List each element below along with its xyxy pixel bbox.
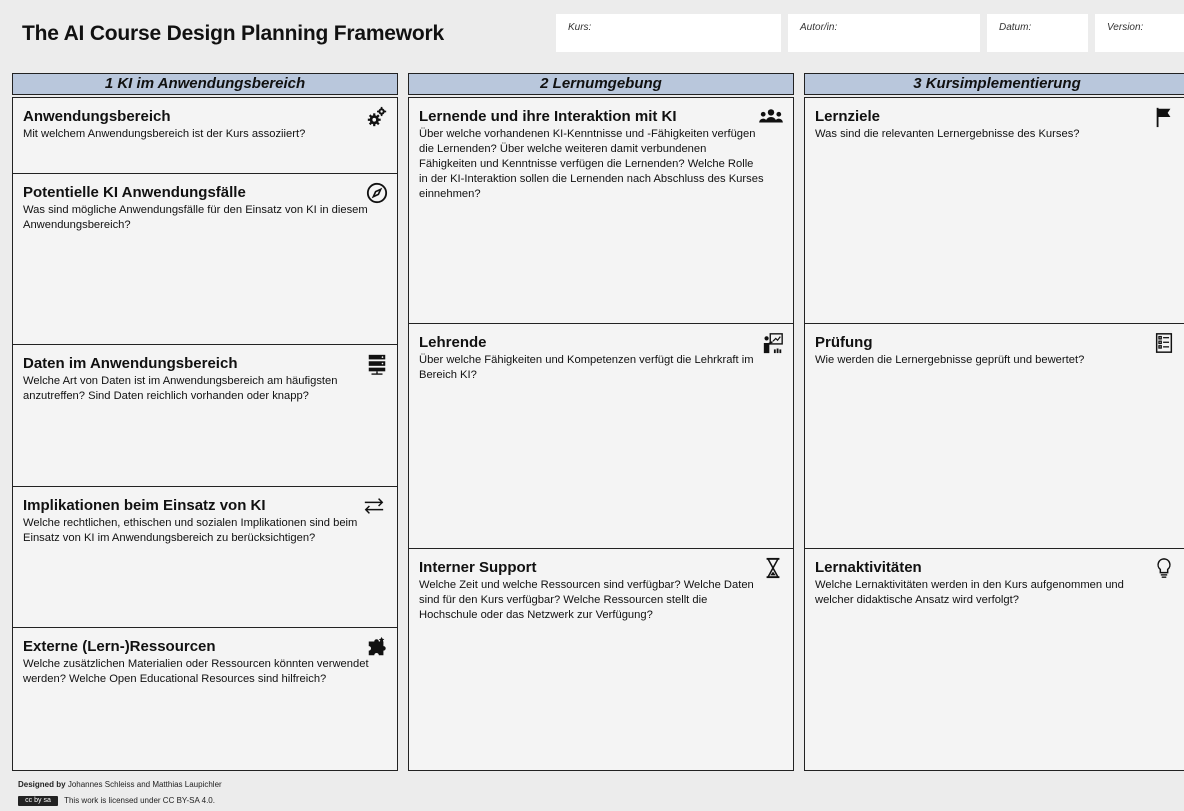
column-kursimplementierung: Lernziele Was sind die relevanten Lerner…	[804, 97, 1184, 771]
checklist-icon	[1155, 333, 1173, 353]
autor-label: Autor/in:	[800, 22, 838, 33]
cell-question: Welche Lernaktivitäten werden in den Kur…	[815, 579, 1124, 606]
cell-title: Prüfung	[815, 334, 873, 351]
cell-daten-im-anwendungsbereich[interactable]: Daten im Anwendungsbereich Welche Art vo…	[13, 345, 397, 487]
puzzle-icon	[368, 636, 386, 656]
cell-question: Mit welchem Anwendungsbereich ist der Ku…	[23, 128, 306, 140]
cell-question: Über welche vorhandenen KI-Kenntnisse un…	[419, 128, 764, 200]
designed-by-names: Johannes Schleiss and Matthias Laupichle…	[67, 780, 222, 789]
cell-title: Implikationen beim Einsatz von KI	[23, 497, 266, 514]
designed-by-label: Designed by	[18, 780, 66, 789]
cell-title: Lernaktivitäten	[815, 559, 922, 576]
cell-title: Anwendungsbereich	[23, 108, 171, 125]
datum-label: Datum:	[999, 22, 1032, 33]
cell-interner-support[interactable]: Interner Support Welche Zeit und welche …	[409, 549, 793, 769]
exchange-arrows-icon	[364, 498, 384, 514]
cell-title: Potentielle KI Anwendungsfälle	[23, 184, 246, 201]
page-title: The AI Course Design Planning Framework	[22, 22, 445, 45]
cell-lernziele[interactable]: Lernziele Was sind die relevanten Lerner…	[805, 98, 1184, 324]
cell-title: Daten im Anwendungsbereich	[23, 355, 238, 372]
teacher-icon	[763, 333, 783, 354]
compass-icon	[366, 182, 388, 204]
cell-implikationen-beim-einsatz-von-ki[interactable]: Implikationen beim Einsatz von KI Welche…	[13, 487, 397, 628]
cell-question: Welche Zeit und welche Ressourcen sind v…	[419, 579, 754, 621]
gears-icon	[367, 106, 387, 127]
version-label: Version:	[1107, 22, 1144, 33]
cell-lernaktivitaeten[interactable]: Lernaktivitäten Welche Lernaktivitäten w…	[805, 549, 1184, 769]
cell-lernende-und-ihre-interaktion-mit-ki[interactable]: Lernende und ihre Interaktion mit KI Übe…	[409, 98, 793, 324]
kurs-field[interactable]: Kurs:	[556, 14, 781, 52]
cell-question: Welche zusätzlichen Materialien oder Res…	[23, 658, 369, 685]
cell-question: Wie werden die Lernergebnisse geprüft un…	[815, 354, 1085, 366]
cell-potentielle-ki-anwendungsfaelle[interactable]: Potentielle KI Anwendungsfälle Was sind …	[13, 174, 397, 345]
cell-question: Über welche Fähigkeiten und Kompetenzen …	[419, 354, 754, 381]
column-header-ki-anwendungsbereich: 1 KI im Anwendungsbereich	[12, 73, 398, 95]
license-notice: cc by sa This work is licensed under CC …	[18, 796, 215, 806]
server-icon	[368, 354, 386, 375]
column-ki-anwendungsbereich: Anwendungsbereich Mit welchem Anwendungs…	[12, 97, 398, 771]
cell-question: Welche rechtlichen, ethischen und sozial…	[23, 517, 358, 544]
hourglass-icon	[766, 557, 780, 579]
column-header-kursimplementierung: 3 Kursimplementierung	[804, 73, 1184, 95]
cell-question: Welche Art von Daten ist im Anwendungsbe…	[23, 375, 338, 402]
designed-by-credit: Designed by Johannes Schleiss and Matthi…	[18, 780, 222, 789]
cell-title: Lernende und ihre Interaktion mit KI	[419, 108, 677, 125]
flag-icon	[1156, 107, 1171, 128]
cell-title: Externe (Lern-)Ressourcen	[23, 638, 216, 655]
version-field[interactable]: Version:	[1095, 14, 1184, 52]
cell-title: Interner Support	[419, 559, 537, 576]
column-lernumgebung: Lernende und ihre Interaktion mit KI Übe…	[408, 97, 794, 771]
license-text: This work is licensed under CC BY-SA 4.0…	[64, 796, 215, 806]
cell-anwendungsbereich[interactable]: Anwendungsbereich Mit welchem Anwendungs…	[13, 98, 397, 174]
cell-question: Was sind mögliche Anwendungsfälle für de…	[23, 204, 368, 231]
datum-field[interactable]: Datum:	[987, 14, 1088, 52]
column-header-lernumgebung: 2 Lernumgebung	[408, 73, 794, 95]
cc-license-badge[interactable]: cc by sa	[18, 796, 58, 806]
users-icon	[759, 109, 783, 123]
cell-title: Lernziele	[815, 108, 881, 125]
lightbulb-icon	[1157, 558, 1171, 578]
autor-field[interactable]: Autor/in:	[788, 14, 980, 52]
cell-pruefung[interactable]: Prüfung Wie werden die Lernergebnisse ge…	[805, 324, 1184, 549]
cell-question: Was sind die relevanten Lernergebnisse d…	[815, 128, 1080, 140]
cell-externe-lern-ressourcen[interactable]: Externe (Lern-)Ressourcen Welche zusätzl…	[13, 628, 397, 769]
kurs-label: Kurs:	[568, 22, 592, 33]
cell-title: Lehrende	[419, 334, 487, 351]
cell-lehrende[interactable]: Lehrende Über welche Fähigkeiten und Kom…	[409, 324, 793, 549]
